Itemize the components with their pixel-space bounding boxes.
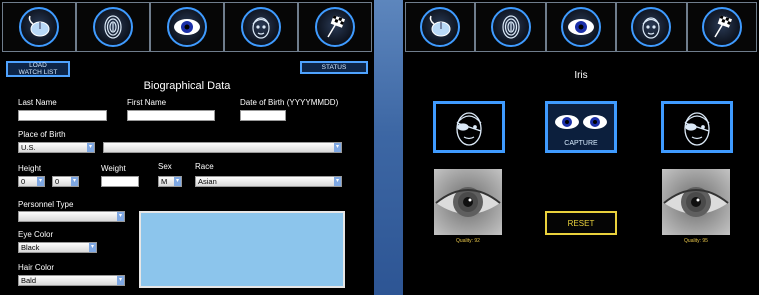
height-feet-value: 0 — [21, 177, 26, 186]
biographical-data-panel: LOAD WATCH LIST STATUS Biographical Data… — [0, 0, 374, 295]
toolbar-fingerprint-button[interactable] — [475, 2, 546, 52]
place-of-birth-country-value: U.S. — [21, 143, 36, 152]
chevron-down-icon: ▾ — [71, 177, 78, 186]
chevron-down-icon: ▾ — [117, 212, 124, 221]
weight-label: Weight — [101, 164, 126, 173]
height-inches-select[interactable]: 0 ▾ — [52, 176, 79, 187]
toolbar-mouse-button[interactable] — [2, 2, 76, 52]
capture-label: CAPTURE — [564, 140, 598, 147]
checkered-flag-icon — [701, 7, 742, 47]
right-toolbar — [405, 2, 758, 52]
left-iris-quality: Quality: 92 — [456, 238, 480, 244]
last-name-input[interactable] — [18, 110, 107, 121]
face-right-eye-patch-icon — [684, 112, 710, 146]
notes-area[interactable] — [139, 211, 345, 288]
left-iris-image — [434, 169, 502, 235]
fingerprint-icon — [93, 7, 133, 47]
mouse-icon — [420, 7, 461, 47]
status-button[interactable]: STATUS — [300, 61, 368, 74]
fingerprint-icon — [490, 7, 531, 47]
checkered-flag-icon — [315, 7, 355, 47]
page-title: Biographical Data — [143, 80, 231, 92]
toolbar-status-flag-button[interactable] — [298, 2, 372, 52]
race-value: Asian — [198, 177, 217, 186]
hair-color-select[interactable]: Bald ▾ — [18, 275, 125, 286]
sex-select[interactable]: M ▾ — [158, 176, 182, 187]
race-select[interactable]: Asian ▾ — [195, 176, 342, 187]
dob-input[interactable] — [240, 110, 286, 121]
toolbar-iris-button[interactable] — [150, 2, 224, 52]
dob-label: Date of Birth (YYYYMMDD) — [240, 98, 339, 107]
height-feet-select[interactable]: 0 ▾ — [18, 176, 45, 187]
face-left-eye-patch-icon — [456, 112, 482, 146]
sex-label: Sex — [158, 162, 172, 171]
toolbar-face-button[interactable] — [616, 2, 687, 52]
right-iris-image — [662, 169, 730, 235]
first-name-input[interactable] — [127, 110, 215, 121]
chevron-down-icon: ▾ — [87, 143, 94, 152]
chevron-down-icon: ▾ — [174, 177, 181, 186]
face-icon — [241, 7, 281, 47]
load-watch-list-button[interactable]: LOAD WATCH LIST — [6, 61, 70, 77]
height-label: Height — [18, 164, 42, 173]
last-name-label: Last Name — [18, 98, 57, 107]
place-of-birth-label: Place of Birth — [18, 130, 66, 139]
chevron-down-icon: ▾ — [117, 276, 124, 285]
iris-capture-panel: Iris CAPTURE Quality: 92 RESET Quality: … — [403, 0, 759, 295]
chevron-down-icon: ▾ — [37, 177, 44, 186]
toolbar-fingerprint-button[interactable] — [76, 2, 150, 52]
hair-color-value: Bald — [21, 276, 37, 285]
iris-title: Iris — [574, 70, 588, 81]
eye-icon — [561, 7, 602, 47]
right-iris-quality: Quality: 95 — [684, 238, 708, 244]
face-icon — [631, 7, 672, 47]
place-of-birth-country-select[interactable]: U.S. ▾ — [18, 142, 95, 153]
place-of-birth-region-select[interactable]: ▾ — [103, 142, 342, 153]
eye-icon — [167, 7, 207, 47]
right-eye-covered-button[interactable] — [661, 101, 733, 153]
mouse-icon — [19, 7, 59, 47]
left-eye-covered-button[interactable] — [433, 101, 505, 153]
chevron-down-icon: ▾ — [89, 243, 96, 252]
race-label: Race — [195, 162, 214, 171]
height-inches-value: 0 — [55, 177, 60, 186]
eye-color-label: Eye Color — [18, 230, 54, 239]
chevron-down-icon: ▾ — [334, 143, 341, 152]
toolbar-iris-button[interactable] — [545, 2, 617, 52]
eye-color-value: Black — [21, 243, 40, 252]
toolbar-mouse-button[interactable] — [405, 2, 476, 52]
reset-button[interactable]: RESET — [545, 211, 617, 235]
weight-input[interactable] — [101, 176, 139, 187]
toolbar-face-button[interactable] — [224, 2, 298, 52]
hair-color-label: Hair Color — [18, 263, 55, 272]
eye-color-select[interactable]: Black ▾ — [18, 242, 97, 253]
capture-button[interactable]: CAPTURE — [545, 101, 617, 153]
sex-value: M — [161, 177, 168, 186]
both-eyes-icon — [555, 115, 607, 129]
toolbar-status-flag-button[interactable] — [686, 2, 758, 52]
personnel-type-label: Personnel Type — [18, 200, 74, 209]
first-name-label: First Name — [127, 98, 167, 107]
personnel-type-select[interactable]: ▾ — [18, 211, 125, 222]
left-toolbar — [2, 2, 372, 52]
chevron-down-icon: ▾ — [334, 177, 341, 186]
